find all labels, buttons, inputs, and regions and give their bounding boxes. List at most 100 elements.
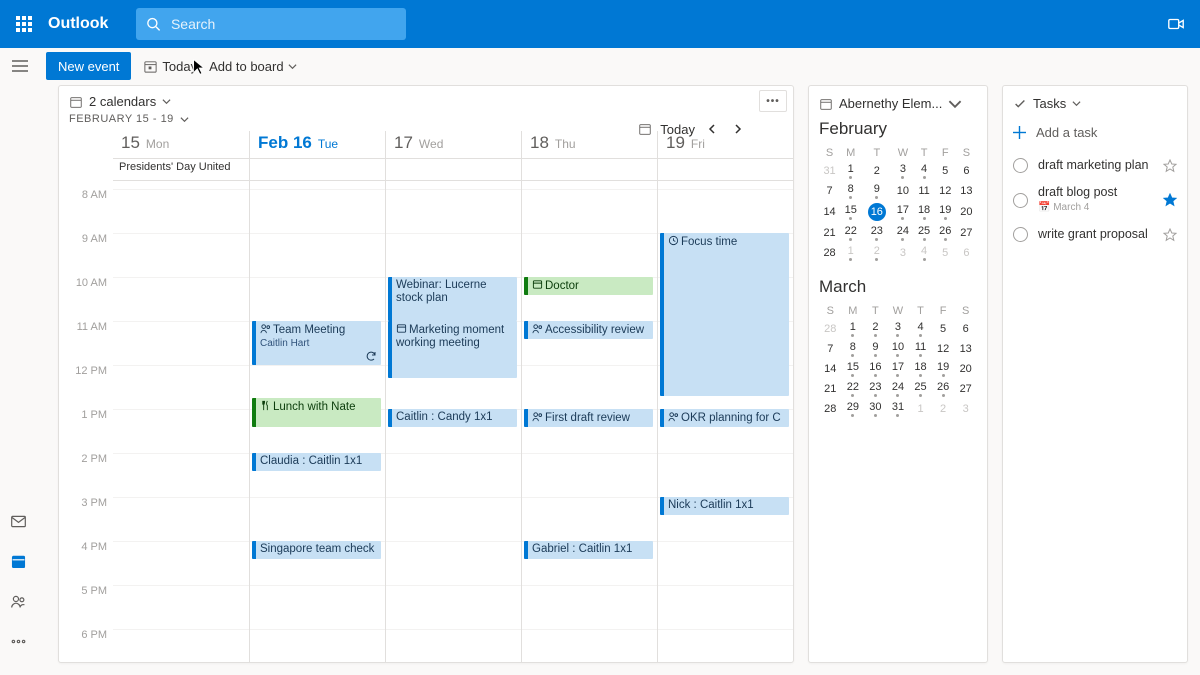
- mini-day[interactable]: 3: [887, 319, 910, 339]
- mini-calendar-mar[interactable]: SMTWTFS281234567891011121314151617181920…: [819, 303, 977, 419]
- calendar-event[interactable]: Claudia : Caitlin 1x1: [252, 453, 381, 471]
- mail-icon[interactable]: [10, 513, 27, 535]
- mini-day[interactable]: 26: [932, 379, 955, 399]
- day-header[interactable]: 17Wed: [386, 131, 521, 159]
- mini-day[interactable]: 16: [861, 201, 892, 223]
- mini-day[interactable]: 8: [840, 181, 861, 201]
- mini-day[interactable]: 31: [819, 161, 840, 181]
- people-icon[interactable]: [10, 593, 27, 615]
- mini-calendar-source[interactable]: Abernethy Elem...: [819, 96, 977, 111]
- task-checkbox[interactable]: [1013, 193, 1028, 208]
- calendar-event[interactable]: Marketing moment working meeting: [388, 321, 517, 378]
- hamburger-icon[interactable]: [6, 52, 34, 80]
- mini-day[interactable]: 23: [864, 379, 887, 399]
- toolbar-today[interactable]: Today: [660, 122, 695, 137]
- next-week-button[interactable]: [729, 120, 747, 138]
- star-icon[interactable]: [1163, 159, 1177, 173]
- mini-day[interactable]: 2: [864, 319, 887, 339]
- mini-day[interactable]: 9: [861, 181, 892, 201]
- task-item[interactable]: write grant proposal: [1013, 221, 1177, 248]
- day-header[interactable]: 15Mon: [113, 131, 249, 159]
- day-slots[interactable]: Team MeetingCaitlin Hart Lunch with Nate C…: [250, 181, 385, 662]
- mini-day[interactable]: 6: [954, 319, 977, 339]
- mini-day[interactable]: 19: [935, 201, 956, 223]
- mini-day[interactable]: 22: [842, 379, 865, 399]
- mini-day[interactable]: 14: [819, 359, 842, 379]
- mini-day[interactable]: 7: [819, 339, 842, 359]
- mini-day[interactable]: 3: [954, 399, 977, 419]
- mini-day[interactable]: 5: [935, 161, 956, 181]
- mini-day[interactable]: 20: [954, 359, 977, 379]
- mini-day[interactable]: 9: [864, 339, 887, 359]
- mini-day[interactable]: 31: [887, 399, 910, 419]
- mini-day[interactable]: 26: [935, 223, 956, 243]
- day-header[interactable]: Feb 16Tue: [250, 131, 385, 159]
- mini-day[interactable]: 3: [892, 243, 913, 263]
- mini-day[interactable]: 18: [909, 359, 932, 379]
- day-slots[interactable]: [113, 181, 249, 662]
- mini-day[interactable]: 13: [954, 339, 977, 359]
- mini-day[interactable]: 27: [956, 223, 977, 243]
- mini-day[interactable]: 14: [819, 201, 840, 223]
- mini-day[interactable]: 27: [954, 379, 977, 399]
- mini-day[interactable]: 12: [935, 181, 956, 201]
- prev-week-button[interactable]: [703, 120, 721, 138]
- mini-day[interactable]: 15: [840, 201, 861, 223]
- mini-day[interactable]: 7: [819, 181, 840, 201]
- mini-day[interactable]: 2: [861, 161, 892, 181]
- mini-day[interactable]: 17: [892, 201, 913, 223]
- mini-day[interactable]: 28: [819, 243, 840, 263]
- calendar-event[interactable]: Team MeetingCaitlin Hart: [252, 321, 381, 365]
- more-menu-button[interactable]: •••: [759, 90, 787, 112]
- calendar-event[interactable]: Accessibility review: [524, 321, 653, 339]
- mini-day[interactable]: 23: [861, 223, 892, 243]
- mini-day[interactable]: 5: [935, 243, 956, 263]
- today-button[interactable]: Today: [143, 59, 197, 74]
- mini-day[interactable]: 2: [932, 399, 955, 419]
- mini-day[interactable]: 6: [956, 243, 977, 263]
- mini-day[interactable]: 6: [956, 161, 977, 181]
- new-event-button[interactable]: New event: [46, 52, 131, 80]
- more-rail-icon[interactable]: [10, 633, 27, 655]
- tasks-header[interactable]: Tasks: [1013, 96, 1177, 111]
- mini-day[interactable]: 24: [887, 379, 910, 399]
- mini-day[interactable]: 4: [914, 161, 935, 181]
- task-checkbox[interactable]: [1013, 227, 1028, 242]
- mini-day[interactable]: 2: [861, 243, 892, 263]
- search-box[interactable]: [136, 8, 406, 40]
- mini-day[interactable]: 3: [892, 161, 913, 181]
- mini-day[interactable]: 1: [840, 161, 861, 181]
- search-input[interactable]: [169, 15, 396, 33]
- mini-day[interactable]: 13: [956, 181, 977, 201]
- mini-day[interactable]: 30: [864, 399, 887, 419]
- calendar-event[interactable]: Doctor: [524, 277, 653, 295]
- mini-day[interactable]: 20: [956, 201, 977, 223]
- app-launcher-icon[interactable]: [8, 8, 40, 40]
- mini-day[interactable]: 24: [892, 223, 913, 243]
- mini-day[interactable]: 16: [864, 359, 887, 379]
- calendars-count[interactable]: 2 calendars: [89, 94, 156, 109]
- mini-day[interactable]: 12: [932, 339, 955, 359]
- calendar-event[interactable]: Nick : Caitlin 1x1: [660, 497, 789, 515]
- mini-day[interactable]: 1: [840, 243, 861, 263]
- mini-day[interactable]: 11: [909, 339, 932, 359]
- mini-calendar-feb[interactable]: SMTWTFS311234567891011121314151617181920…: [819, 145, 977, 263]
- chevron-down-icon[interactable]: [162, 97, 171, 106]
- mini-day[interactable]: 4: [914, 243, 935, 263]
- mini-day[interactable]: 10: [892, 181, 913, 201]
- calendar-event[interactable]: Focus time: [660, 233, 789, 396]
- mini-day[interactable]: 17: [887, 359, 910, 379]
- task-item[interactable]: draft marketing plan: [1013, 152, 1177, 179]
- mini-day[interactable]: 28: [819, 399, 842, 419]
- mini-day[interactable]: 22: [840, 223, 861, 243]
- calendar-event[interactable]: Webinar: Lucerne stock plan: [388, 277, 517, 321]
- day-slots[interactable]: Webinar: Lucerne stock planMarketing mom…: [386, 181, 521, 662]
- calendar-event[interactable]: Caitlin : Candy 1x1: [388, 409, 517, 427]
- mini-day[interactable]: 1: [842, 319, 865, 339]
- mini-day[interactable]: 1: [909, 399, 932, 419]
- add-task-button[interactable]: Add a task: [1013, 125, 1177, 140]
- calendar-event[interactable]: Singapore team check: [252, 541, 381, 559]
- calendar-event[interactable]: Lunch with Nate: [252, 398, 381, 427]
- calendar-rail-icon[interactable]: [10, 553, 27, 575]
- mini-day[interactable]: 18: [914, 201, 935, 223]
